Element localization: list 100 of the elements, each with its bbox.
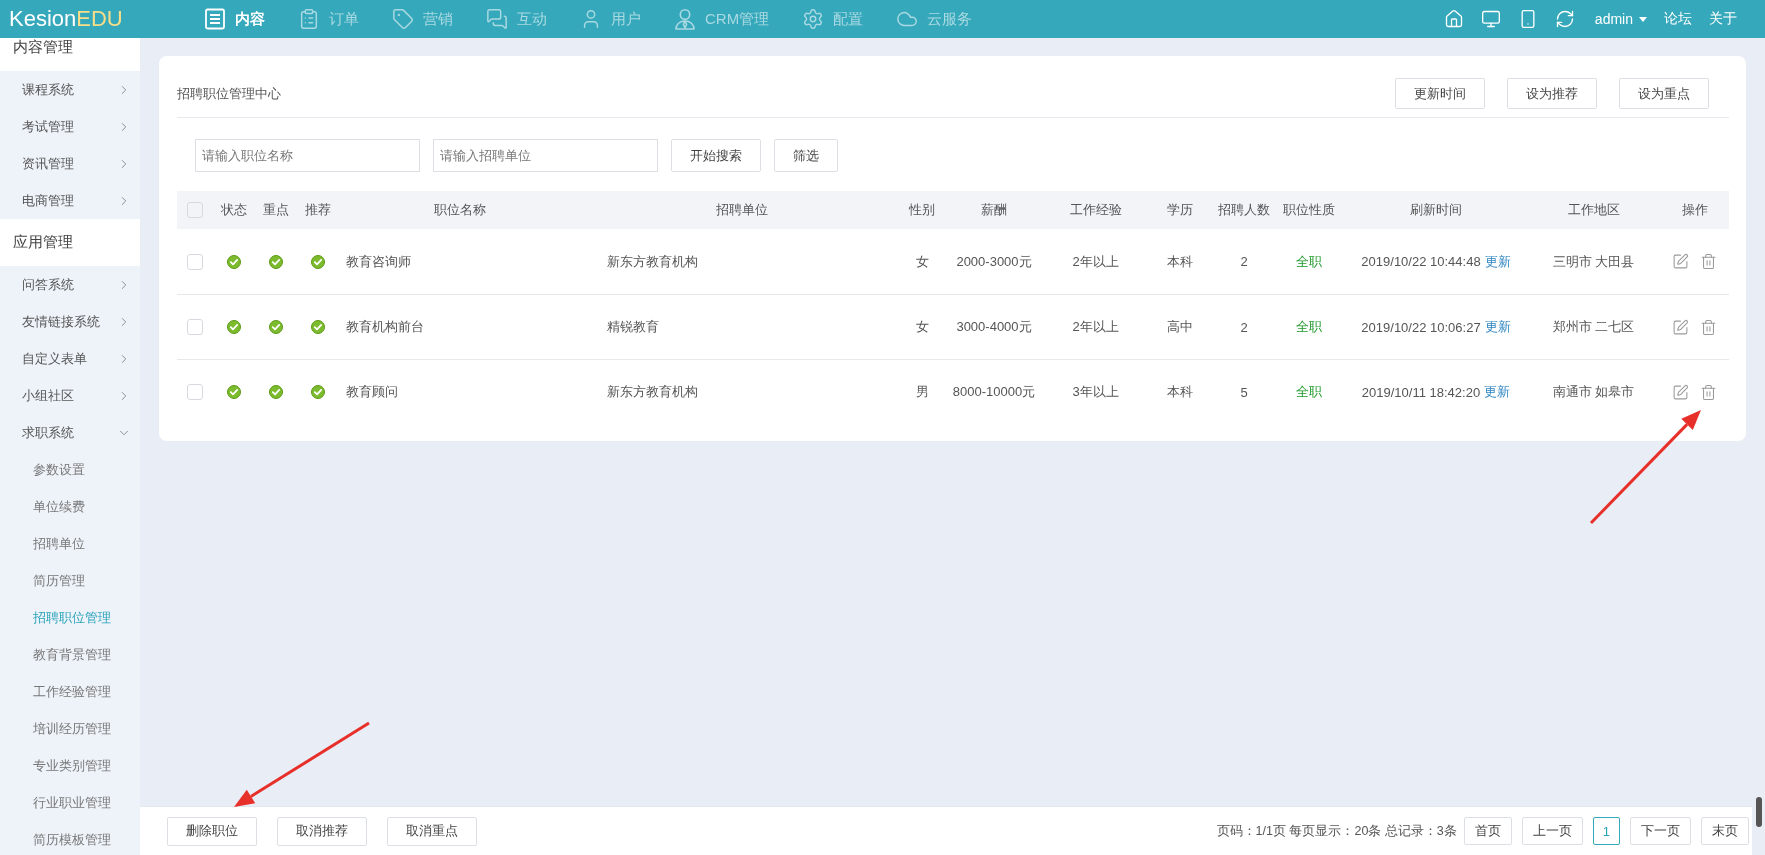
sidebar-subitem[interactable]: 行业职业管理 [0,784,140,821]
trash-icon[interactable] [1700,253,1717,270]
table-cell: 2 [1240,319,1248,335]
check-circle-icon[interactable] [269,385,283,399]
column-header: 刷新时间 [1409,201,1463,219]
edit-icon[interactable] [1672,253,1689,270]
column-header: 职位性质 [1282,201,1336,219]
sidebar-subitem[interactable]: 教育背景管理 [0,636,140,673]
table-cell: 教育顾问 [346,383,398,401]
search-field[interactable]: 请输入职位名称 [195,139,420,172]
tag-icon [392,8,414,30]
column-header: 招聘人数 [1217,201,1271,219]
search-button[interactable]: 开始搜索 [671,139,761,172]
sidebar-item[interactable]: 求职系统 [0,414,140,451]
checkbox[interactable] [186,384,203,400]
sidebar-subitem[interactable]: 参数设置 [0,451,140,488]
table-cell: 2000-3000元 [956,252,1032,271]
sidebar-subitem[interactable]: 简历模板管理 [0,821,140,855]
table-cell: 5 [1240,384,1248,400]
table-cell: 全职 [1296,383,1322,401]
card-title: 招聘职位管理中心 [177,84,281,103]
sidebar-item[interactable]: 课程系统 [0,71,140,108]
sidebar-item[interactable]: 友情链接系统 [0,303,140,340]
search-field[interactable]: 请输入招聘单位 [433,139,658,172]
table-cell: 3000-4000元 [956,318,1032,336]
nav-tab[interactable]: 内容 [204,4,265,34]
sidebar-item[interactable]: 自定义表单 [0,340,140,377]
column-header: 工作经验 [1068,201,1123,219]
logo: KesionEDU [9,6,124,32]
action-button[interactable]: 更新时间 [1395,78,1485,109]
sidebar-subitem[interactable]: 招聘单位 [0,525,140,562]
column-header: 学历 [1166,201,1194,219]
check-circle-icon[interactable] [269,320,283,334]
table-cell: 3年以上 [1072,383,1119,401]
page-button[interactable]: 上一页 [1521,817,1583,845]
action-button[interactable]: 设为推荐 [1507,78,1597,109]
document-icon [204,8,226,30]
sidebar-subitem[interactable]: 简历管理 [0,562,140,599]
table-cell: 本科 [1167,383,1193,401]
table-cell: 本科 [1167,252,1193,271]
action-button[interactable]: 设为重点 [1619,78,1709,109]
page-button[interactable]: 末页 [1701,817,1749,845]
table-cell: 教育咨询师 [346,252,411,271]
page-button[interactable]: 首页 [1463,817,1512,845]
column-header: 性别 [908,201,936,219]
table-cell: 高中 [1167,318,1193,336]
sidebar-subitem[interactable]: 专业类别管理 [0,747,140,784]
check-circle-icon[interactable] [310,320,325,334]
check-circle-icon[interactable] [269,254,283,269]
column-header: 状态 [219,201,248,219]
sidebar-section-title[interactable]: 内容管理 [0,38,140,71]
table-cell: 2年以上 [1072,318,1119,336]
edit-icon[interactable] [1672,383,1689,401]
check-circle-icon[interactable] [310,254,325,269]
update-link[interactable]: 更新 [1484,383,1511,401]
update-link[interactable]: 更新 [1484,252,1511,271]
sidebar-subitem[interactable]: 招聘职位管理 [0,599,140,636]
table-cell: 南通市 如皋市 [1552,383,1635,401]
check-circle-icon[interactable] [226,320,241,334]
refresh-time: 2019/10/22 10:44:48 [1361,254,1481,269]
sidebar-item[interactable]: 问答系统 [0,266,140,303]
trash-icon[interactable] [1700,318,1717,336]
check-circle-icon[interactable] [226,254,241,269]
sidebar-item[interactable]: 电商管理 [0,182,140,219]
check-circle-icon[interactable] [310,385,325,399]
table-cell: 全职 [1296,252,1322,271]
sidebar-item[interactable]: 考试管理 [0,108,140,145]
sidebar-section-title[interactable]: 应用管理 [0,219,140,266]
column-header: 招聘单位 [715,201,769,219]
table-cell: 新东方教育机构 [607,383,698,401]
page-button[interactable]: 1 [1592,817,1620,845]
column-header: 推荐 [303,201,332,219]
table-cell: 教育机构前台 [346,318,424,336]
top-link[interactable]: 关于 [1709,10,1737,28]
table-cell: 全职 [1296,318,1322,336]
checkbox[interactable] [186,253,203,270]
page-button[interactable]: 下一页 [1630,817,1691,845]
top-link[interactable]: 论坛 [1664,10,1692,28]
sidebar-item[interactable]: 资讯管理 [0,145,140,182]
edit-icon[interactable] [1672,318,1689,336]
bulk-action-button[interactable]: 取消重点 [387,816,477,846]
trash-icon[interactable] [1700,383,1717,401]
user-menu[interactable]: admin [1594,11,1647,27]
sidebar-item[interactable]: 小组社区 [0,377,140,414]
refresh-icon[interactable] [1554,9,1575,29]
table-cell: 男 [915,383,929,401]
search-button[interactable]: 筛选 [774,139,838,172]
bulk-action-button[interactable]: 取消推荐 [277,816,367,846]
scrollbar-thumb[interactable] [1755,797,1762,827]
checkbox[interactable] [186,202,203,218]
column-header: 工作地区 [1566,201,1621,219]
home-icon[interactable] [1443,9,1464,29]
monitor-icon[interactable] [1480,9,1501,29]
bulk-action-button[interactable]: 删除职位 [167,816,257,846]
check-circle-icon[interactable] [226,385,241,399]
sidebar-subitem[interactable]: 培训经历管理 [0,710,140,747]
update-link[interactable]: 更新 [1484,318,1511,336]
sidebar-subitem[interactable]: 工作经验管理 [0,673,140,710]
checkbox[interactable] [186,319,203,335]
sidebar-subitem[interactable]: 单位续费 [0,488,140,525]
